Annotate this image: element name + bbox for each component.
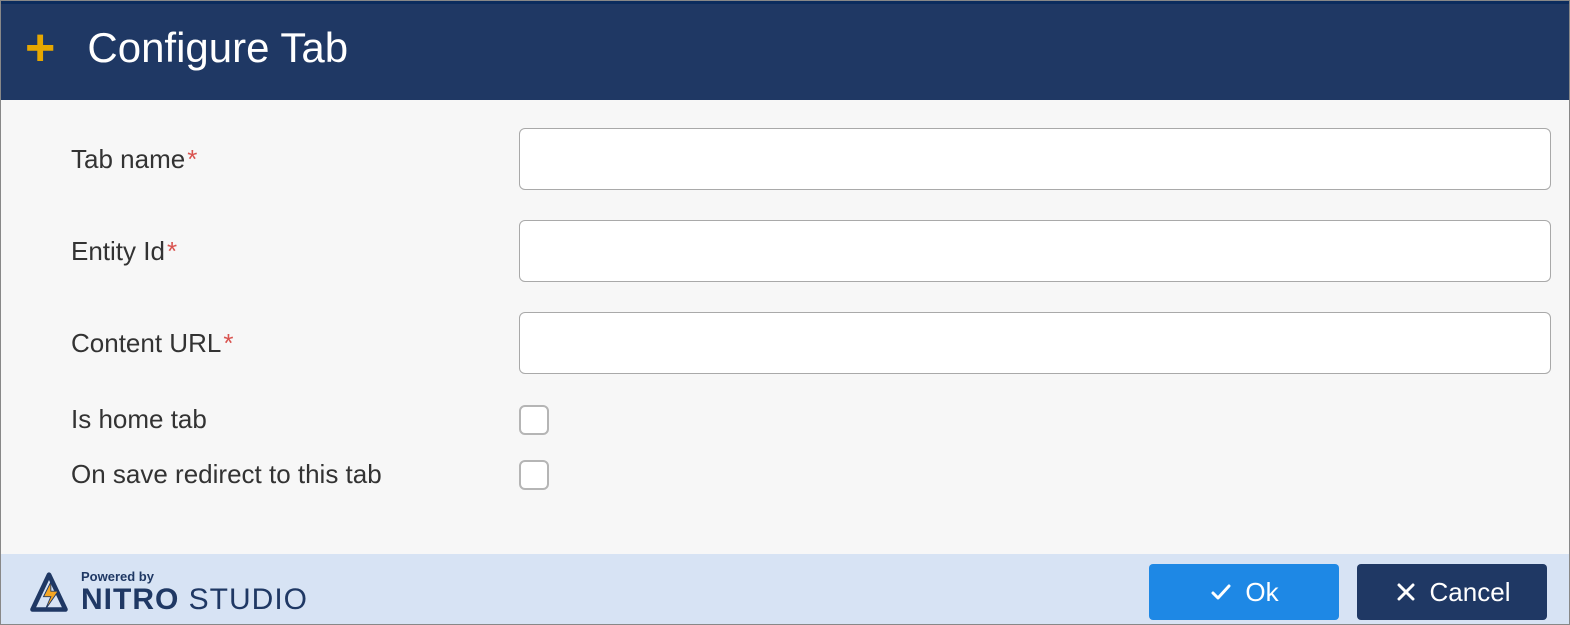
footer-buttons: Ok Cancel (1149, 564, 1547, 620)
plus-icon: + (25, 22, 55, 74)
checkbox-is-home-tab[interactable] (519, 405, 549, 435)
label-is-home-tab: Is home tab (19, 404, 519, 435)
row-content-url: Content URL* (19, 312, 1551, 374)
label-content-url-text: Content URL (71, 328, 221, 358)
label-entity-id-text: Entity Id (71, 236, 165, 266)
dialog-title: Configure Tab (87, 24, 348, 72)
required-mark: * (187, 144, 197, 174)
check-icon (1209, 580, 1233, 604)
label-entity-id: Entity Id* (19, 236, 519, 267)
checkbox-on-save-redirect[interactable] (519, 460, 549, 490)
row-tab-name: Tab name* (19, 128, 1551, 190)
label-content-url: Content URL* (19, 328, 519, 359)
row-entity-id: Entity Id* (19, 220, 1551, 282)
input-tab-name[interactable] (519, 128, 1551, 190)
brand-name-light: STUDIO (179, 583, 308, 616)
ok-button[interactable]: Ok (1149, 564, 1339, 620)
close-icon (1394, 580, 1418, 604)
cancel-button[interactable]: Cancel (1357, 564, 1547, 620)
input-entity-id[interactable] (519, 220, 1551, 282)
input-content-url[interactable] (519, 312, 1551, 374)
label-tab-name-text: Tab name (71, 144, 185, 174)
brand-text: Powered by NITRO STUDIO (81, 570, 308, 615)
cancel-button-label: Cancel (1430, 577, 1511, 608)
ok-button-label: Ok (1245, 577, 1278, 608)
dialog-footer: Powered by NITRO STUDIO Ok Cancel (1, 554, 1569, 624)
brand-powered-by: Powered by (81, 570, 308, 583)
label-tab-name: Tab name* (19, 144, 519, 175)
label-on-save-redirect: On save redirect to this tab (19, 459, 519, 490)
required-mark: * (167, 236, 177, 266)
nitro-logo-icon (27, 571, 71, 615)
row-is-home-tab: Is home tab (19, 404, 1551, 435)
form-body: Tab name* Entity Id* Content URL* Is hom… (1, 100, 1569, 554)
required-mark: * (223, 328, 233, 358)
brand-area: Powered by NITRO STUDIO (27, 570, 308, 615)
brand-name: NITRO STUDIO (81, 585, 308, 615)
dialog-header: + Configure Tab (1, 1, 1569, 100)
row-on-save-redirect: On save redirect to this tab (19, 459, 1551, 490)
brand-name-bold: NITRO (81, 583, 179, 616)
